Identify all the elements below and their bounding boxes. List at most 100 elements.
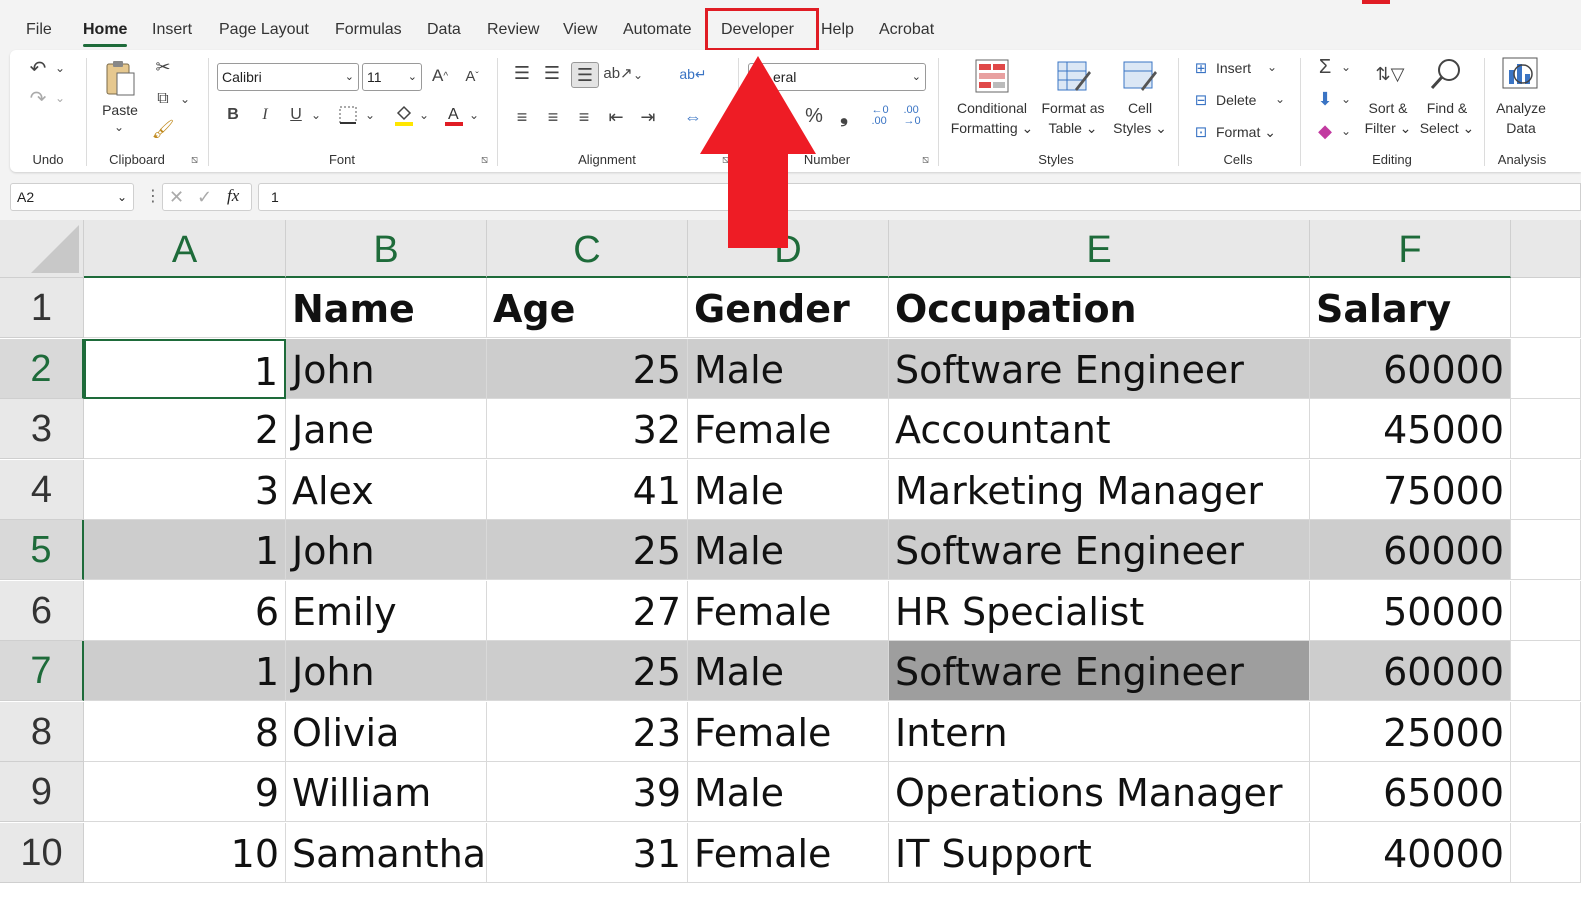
cell-b9[interactable]: William [286, 762, 487, 822]
chevron-down-icon[interactable]: ⌄ [310, 108, 322, 122]
cell-g10[interactable] [1511, 822, 1581, 883]
tab-data[interactable]: Data [427, 18, 461, 42]
cell-a1[interactable] [84, 278, 286, 338]
insert-cells-button[interactable]: Insert [1216, 58, 1266, 78]
cell-c6[interactable]: 27 [487, 580, 688, 641]
cut-icon[interactable]: ✂ [152, 56, 174, 78]
bold-button[interactable]: B [222, 104, 244, 126]
cell-f3[interactable]: 45000 [1310, 399, 1511, 459]
cell-g7[interactable] [1511, 641, 1581, 701]
cell-e5[interactable]: Software Engineer [889, 520, 1310, 580]
cell-d2[interactable]: Male [688, 338, 889, 399]
cell-c1[interactable]: Age [487, 278, 688, 338]
sort-filter-button[interactable]: Sort & Filter ⌄ [1360, 98, 1416, 138]
cell-b6[interactable]: Emily [286, 580, 487, 641]
cell-a10[interactable]: 10 [84, 822, 286, 883]
cell-d9[interactable]: Male [688, 762, 889, 822]
chevron-down-icon[interactable]: ⌄ [468, 108, 480, 122]
tab-acrobat[interactable]: Acrobat [879, 18, 934, 42]
tab-file[interactable]: File [26, 18, 52, 42]
decrease-decimal-icon[interactable]: .00 →0 [900, 104, 924, 128]
redo-icon[interactable]: ↷ [26, 86, 50, 110]
font-family-select[interactable]: Calibri ⌄ [217, 63, 359, 91]
cell-styles-button[interactable]: Cell Styles ⌄ [1110, 98, 1170, 138]
cell-c9[interactable]: 39 [487, 762, 688, 822]
cell-a8[interactable]: 8 [84, 701, 286, 762]
cell-d6[interactable]: Female [688, 580, 889, 641]
sort-filter-icon[interactable]: ⇅▽ [1370, 58, 1410, 90]
dialog-launcher-icon[interactable]: ⧅ [481, 154, 488, 167]
underline-button[interactable]: U [285, 104, 307, 126]
cell-a5[interactable]: 1 [84, 520, 286, 580]
format-cells-icon[interactable]: ⊡ [1190, 122, 1212, 142]
cell-f10[interactable]: 40000 [1310, 822, 1511, 883]
cell-f8[interactable]: 25000 [1310, 701, 1511, 762]
analyze-data-icon[interactable] [1500, 56, 1540, 94]
cell-a2[interactable]: 1 [84, 338, 286, 399]
cell-g5[interactable] [1511, 520, 1581, 580]
insert-function-icon[interactable]: fx [227, 186, 239, 206]
row-header-8[interactable]: 8 [0, 701, 84, 762]
cell-e9[interactable]: Operations Manager [889, 762, 1310, 822]
cell-a4[interactable]: 3 [84, 459, 286, 520]
undo-icon[interactable]: ↶ [26, 56, 50, 80]
format-as-table-button[interactable]: Format as Table ⌄ [1036, 98, 1110, 138]
conditional-formatting-button[interactable]: Conditional Formatting ⌄ [948, 98, 1036, 138]
analyze-data-button[interactable]: Analyze Data [1486, 98, 1556, 138]
cell-d4[interactable]: Male [688, 459, 889, 520]
cell-e2[interactable]: Software Engineer [889, 338, 1310, 399]
row-header-3[interactable]: 3 [0, 399, 84, 459]
italic-button[interactable]: I [254, 104, 276, 126]
cell-d7[interactable]: Male [688, 641, 889, 701]
paste-icon[interactable] [102, 58, 138, 98]
tab-formulas[interactable]: Formulas [335, 18, 402, 42]
align-right-icon[interactable]: ≡ [572, 106, 596, 128]
conditional-formatting-icon[interactable] [974, 58, 1010, 94]
row-header-7[interactable]: 7 [0, 641, 84, 701]
cell-c2[interactable]: 25 [487, 338, 688, 399]
cell-e4[interactable]: Marketing Manager [889, 459, 1310, 520]
fill-color-icon[interactable] [392, 102, 416, 128]
cell-b10[interactable]: Samantha [286, 822, 487, 883]
fill-icon[interactable]: ⬇ [1314, 88, 1336, 110]
row-header-2[interactable]: 2 [0, 338, 84, 399]
align-top-icon[interactable]: ☰ [510, 62, 534, 84]
cell-e3[interactable]: Accountant [889, 399, 1310, 459]
chevron-down-icon[interactable]: ⌄ [1340, 60, 1352, 74]
row-header-1[interactable]: 1 [0, 278, 84, 338]
select-all-corner[interactable] [0, 220, 84, 278]
cell-f4[interactable]: 75000 [1310, 459, 1511, 520]
chevron-down-icon[interactable]: ⌄ [1340, 124, 1352, 138]
chevron-down-icon[interactable]: ⌄ [1266, 60, 1278, 74]
cell-e1[interactable]: Occupation [889, 278, 1310, 338]
tab-view[interactable]: View [563, 18, 597, 42]
cell-f5[interactable]: 60000 [1310, 520, 1511, 580]
cell-f7[interactable]: 60000 [1310, 641, 1511, 701]
insert-cells-icon[interactable]: ⊞ [1190, 58, 1212, 78]
cell-b4[interactable]: Alex [286, 459, 487, 520]
delete-cells-icon[interactable]: ⊟ [1190, 90, 1212, 110]
row-header-5[interactable]: 5 [0, 520, 84, 580]
cell-g2[interactable] [1511, 338, 1581, 399]
autosum-icon[interactable]: Σ [1314, 56, 1336, 78]
cell-c5[interactable]: 25 [487, 520, 688, 580]
format-cells-button[interactable]: Format ⌄ [1216, 122, 1276, 142]
column-header-b[interactable]: B [286, 220, 487, 278]
cell-g1[interactable] [1511, 278, 1581, 338]
dialog-launcher-icon[interactable]: ⧅ [191, 154, 198, 167]
format-painter-icon[interactable]: 🖌 [152, 118, 175, 140]
cell-g3[interactable] [1511, 399, 1581, 459]
decrease-indent-icon[interactable]: ⇤ [604, 106, 628, 128]
tab-home[interactable]: Home [83, 18, 128, 47]
cell-b1[interactable]: Name [286, 278, 487, 338]
column-header-a[interactable]: A [84, 220, 286, 278]
cell-b7[interactable]: John [286, 641, 487, 701]
cell-c10[interactable]: 31 [487, 822, 688, 883]
cell-d1[interactable]: Gender [688, 278, 889, 338]
find-select-icon[interactable] [1428, 56, 1464, 92]
font-size-select[interactable]: 11 ⌄ [362, 63, 422, 91]
cell-f2[interactable]: 60000 [1310, 338, 1511, 399]
cell-e10[interactable]: IT Support [889, 822, 1310, 883]
align-center-icon[interactable]: ≡ [541, 106, 565, 128]
cell-d8[interactable]: Female [688, 701, 889, 762]
